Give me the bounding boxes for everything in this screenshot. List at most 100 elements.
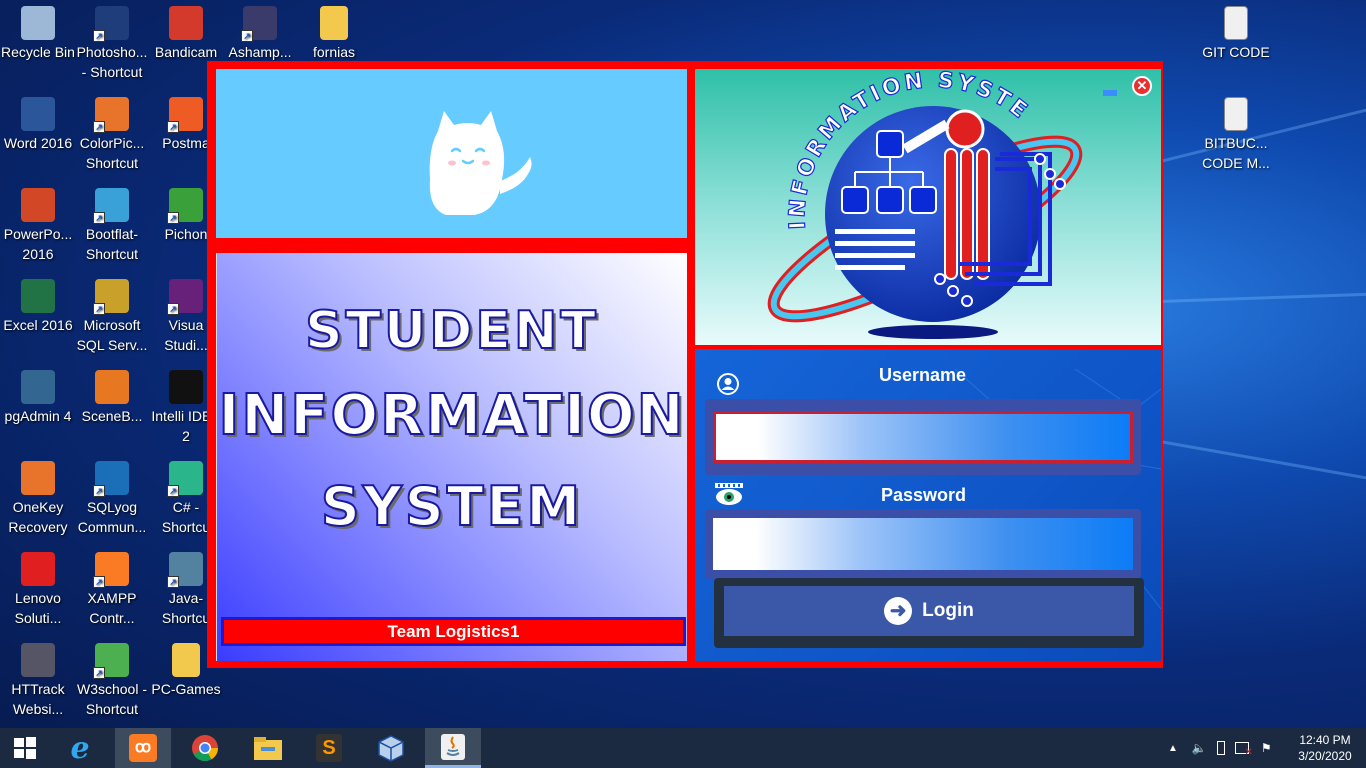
desktop-icon[interactable]: ↗ Photosho... - Shortcut (74, 6, 150, 82)
internet-explorer-icon: e (70, 730, 90, 766)
text-file-icon (1224, 97, 1248, 131)
start-button[interactable] (0, 728, 50, 768)
wallpaper-beam (1159, 440, 1366, 496)
username-field-wrap (705, 399, 1141, 475)
desktop-icon-label: BITBUC... CODE M... (1202, 135, 1270, 171)
close-button[interactable]: ✕ (1132, 76, 1152, 96)
desktop-icon[interactable]: ↗ W3school - Shortcut (74, 643, 150, 719)
shortcut-arrow-icon: ↗ (93, 121, 105, 133)
taskbar-clock[interactable]: 12:40 PM 3/20/2020 (1290, 732, 1360, 764)
desktop-icon[interactable]: ↗ XAMPP Contr... (74, 552, 150, 628)
sql-server-icon: ↗ (93, 279, 129, 315)
xampp-icon: ꝏ (129, 734, 157, 762)
shortcut-arrow-icon: ↗ (167, 576, 179, 588)
network-icon[interactable]: ✕ (1234, 742, 1253, 758)
taskbar-ie[interactable]: e (52, 728, 108, 768)
login-window: STUDENT INFORMATION SYSTEM Team Logistic… (207, 49, 1163, 668)
postman-icon: ↗ (167, 97, 203, 133)
taskbar-chrome[interactable] (177, 728, 233, 768)
desktop-icon-label: Ashamp... (228, 44, 292, 60)
shortcut-arrow-icon: ↗ (167, 485, 179, 497)
desktop-icon[interactable]: HTTrack Websi... (0, 643, 76, 719)
cat-icon (429, 111, 532, 215)
taskbar: e ꝏ S ▲ 🔈 ✕ ⚑ 12:40 PM 3/20/2020 (0, 728, 1366, 768)
file-explorer-icon (254, 737, 282, 760)
volume-icon[interactable]: 🔈 (1192, 741, 1207, 755)
logo-panel: INFORMATION SYSTEM ✕ (682, 49, 1161, 345)
desktop-icon[interactable]: GIT CODE (1198, 6, 1274, 62)
w3schools-icon: ↗ (93, 643, 129, 679)
desktop-icon-label: Lenovo Soluti... (14, 590, 62, 626)
desktop-icon-label: PowerPo... 2016 (3, 226, 73, 262)
visual-studio-icon: ↗ (167, 279, 203, 315)
desktop-icon[interactable]: Excel 2016 (0, 279, 76, 335)
onekey-icon (21, 461, 55, 495)
taskbar-sublime[interactable]: S (301, 728, 357, 768)
password-input[interactable] (713, 518, 1133, 570)
shortcut-arrow-icon: ↗ (93, 485, 105, 497)
desktop-icon[interactable]: Bandicam (148, 6, 224, 62)
clock-date: 3/20/2020 (1298, 749, 1352, 763)
bandicam-icon (169, 6, 203, 40)
minimize-button[interactable] (1100, 79, 1120, 99)
shortcut-arrow-icon: ↗ (93, 212, 105, 224)
login-button[interactable]: ➜ Login (724, 586, 1134, 636)
desktop-icon-label: GIT CODE (1202, 44, 1270, 60)
taskbar-file-explorer[interactable] (240, 728, 296, 768)
desktop-icon[interactable]: PowerPo... 2016 (0, 188, 76, 264)
desktop-icon[interactable]: ↗ Ashamp... (222, 6, 298, 62)
desktop-icon-label: Word 2016 (3, 135, 73, 151)
desktop-icon[interactable]: pgAdmin 4 (0, 370, 76, 426)
title-line-student: STUDENT (304, 300, 599, 362)
desktop-icon-label: ColorPic... Shortcut (79, 135, 145, 171)
desktop-icon[interactable]: ↗ ColorPic... Shortcut (74, 97, 150, 173)
desktop-icon[interactable]: SceneB... (74, 370, 150, 426)
system-tray: ▲ 🔈 ✕ ⚑ (1168, 728, 1272, 768)
desktop-icon[interactable]: Lenovo Soluti... (0, 552, 76, 628)
pichon-icon: ↗ (167, 188, 203, 224)
desktop-icon[interactable]: Word 2016 (0, 97, 76, 153)
desktop-icon[interactable]: Recycle Bin (0, 6, 76, 62)
desktop-icon[interactable]: OneKey Recovery (0, 461, 76, 537)
chrome-icon (192, 735, 219, 762)
desktop-icon-label: SQLyog Commun... (77, 499, 147, 535)
action-center-flag-icon[interactable]: ⚑ (1261, 741, 1272, 755)
taskbar-virtualbox[interactable] (363, 728, 419, 768)
login-button-wrap: ➜ Login (714, 578, 1144, 648)
desktop-icon[interactable]: ↗ SQLyog Commun... (74, 461, 150, 537)
sublime-text-icon: S (316, 734, 342, 762)
desktop-icon[interactable]: BITBUC... CODE M... (1198, 97, 1274, 173)
eye-icon (715, 483, 743, 505)
minimize-icon (1103, 90, 1117, 96)
desktop-icon-label: Excel 2016 (3, 317, 73, 333)
intellij-icon (169, 370, 203, 404)
desktop-icon-label: Recycle Bin (1, 44, 75, 60)
battery-icon[interactable] (1216, 741, 1225, 755)
folder-icon (172, 643, 200, 677)
desktop-icon[interactable]: ↗ Microsoft SQL Serv... (74, 279, 150, 355)
login-label: Login (922, 600, 974, 621)
word-icon (21, 97, 55, 131)
title-line-information: INFORMATION (218, 382, 686, 449)
information-system-logo: INFORMATION SYSTEM (682, 49, 1083, 339)
desktop-icon-label: Photosho... - Shortcut (76, 44, 148, 80)
desktop-icon-label: Bootflat- Shortcut (85, 226, 139, 262)
desktop-icon-label: Bandicam (154, 44, 218, 60)
chevron-up-icon[interactable]: ▲ (1168, 743, 1178, 754)
shortcut-arrow-icon: ↗ (93, 576, 105, 588)
shortcut-arrow-icon: ↗ (167, 121, 179, 133)
bootflat-icon: ↗ (93, 188, 129, 224)
pgadmin-icon (21, 370, 55, 404)
taskbar-java[interactable] (425, 728, 481, 768)
taskbar-xampp[interactable]: ꝏ (115, 728, 171, 768)
shortcut-arrow-icon: ↗ (93, 667, 105, 679)
arrow-right-icon: ➜ (884, 597, 913, 625)
desktop-icon-label: XAMPP Contr... (87, 590, 137, 626)
csharp-icon: ↗ (167, 461, 203, 497)
desktop-icon[interactable]: ↗ Bootflat- Shortcut (74, 188, 150, 264)
xampp-icon: ↗ (93, 552, 129, 588)
shortcut-arrow-icon: ↗ (93, 30, 105, 42)
desktop-icon[interactable]: fornias (296, 6, 372, 62)
username-input[interactable] (713, 411, 1133, 463)
desktop-icon-label: PC-Games (151, 681, 221, 697)
